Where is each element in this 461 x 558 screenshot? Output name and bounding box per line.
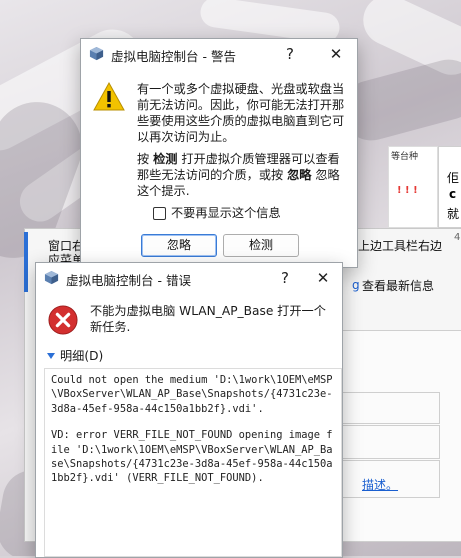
background-link-describe[interactable]: 描述。: [362, 476, 398, 493]
ignore-button[interactable]: 忽略: [141, 234, 217, 257]
warning-title: 虚拟电脑控制台 - 警告: [111, 49, 236, 64]
help-button[interactable]: ?: [274, 267, 296, 289]
background-thumbnail: 等台种 ! ! !: [388, 146, 438, 228]
check-button[interactable]: 检测: [223, 234, 299, 257]
instruction-ignore-word: 忽略: [287, 168, 312, 182]
side-char-1: 佢: [447, 171, 460, 185]
error-dialog: 虚拟电脑控制台 - 错误 ? ✕ 不能为虚拟电脑 WLAN_AP_Base 打开…: [35, 262, 343, 558]
dont-show-label[interactable]: 不要再显示这个信息: [171, 205, 281, 221]
background-panel-row: [340, 392, 440, 424]
dont-show-checkbox[interactable]: [153, 207, 166, 220]
warning-message: 有一个或多个虚拟硬盘、光盘或软盘当前无法访问。因此，你可能无法打开那些要使用这些…: [137, 82, 345, 144]
instruction-check-word: 检测: [153, 152, 178, 166]
background-panel-row: [340, 425, 440, 459]
error-icon: [48, 305, 78, 335]
background-text-right1: 上边工具栏右边: [358, 239, 443, 253]
error-titlebar[interactable]: 虚拟电脑控制台 - 错误 ? ✕: [36, 263, 342, 293]
background-side-card: 佢 c 就: [438, 146, 461, 228]
background-link[interactable]: g: [352, 278, 360, 292]
warning-icon: [93, 81, 125, 111]
virtualbox-icon: [89, 46, 104, 61]
side-char-3: 就: [447, 207, 460, 221]
error-title: 虚拟电脑控制台 - 错误: [66, 273, 191, 288]
help-button[interactable]: ?: [279, 43, 301, 65]
close-button[interactable]: ✕: [325, 43, 347, 65]
background-digit: 4: [454, 232, 461, 243]
details-text-area[interactable]: Could not open the medium 'D:\1work\1OEM…: [44, 368, 342, 557]
warning-dialog: 虚拟电脑控制台 - 警告 ? ✕ 有一个或多个虚拟硬盘、光盘或软盘当前无法访问。…: [80, 38, 358, 268]
close-button[interactable]: ✕: [312, 267, 334, 289]
virtualbox-icon: [44, 270, 59, 285]
details-line-2: VD: error VERR_FILE_NOT_FOUND opening im…: [51, 429, 333, 485]
side-char-2: c: [449, 187, 457, 201]
thumbnail-exclaim: ! ! !: [397, 185, 418, 196]
warning-titlebar[interactable]: 虚拟电脑控制台 - 警告 ? ✕: [81, 39, 357, 69]
thumbnail-caption: 等台种: [391, 152, 419, 162]
background-text-right2: 查看最新信息: [362, 279, 435, 293]
warning-instruction: 按 检测 打开虚拟介质管理器可以查看那些无法访问的介质，或按 忽略 忽略这个提示…: [137, 151, 347, 199]
details-line-1: Could not open the medium 'D:\1work\1OEM…: [51, 374, 333, 415]
error-message: 不能为虚拟电脑 WLAN_AP_Base 打开一个新任务.: [90, 304, 326, 334]
instruction-prefix: 按: [137, 152, 150, 166]
chevron-down-icon: [47, 353, 55, 359]
background-left-stripe: [24, 232, 28, 292]
details-label: 明细(D): [60, 349, 104, 363]
